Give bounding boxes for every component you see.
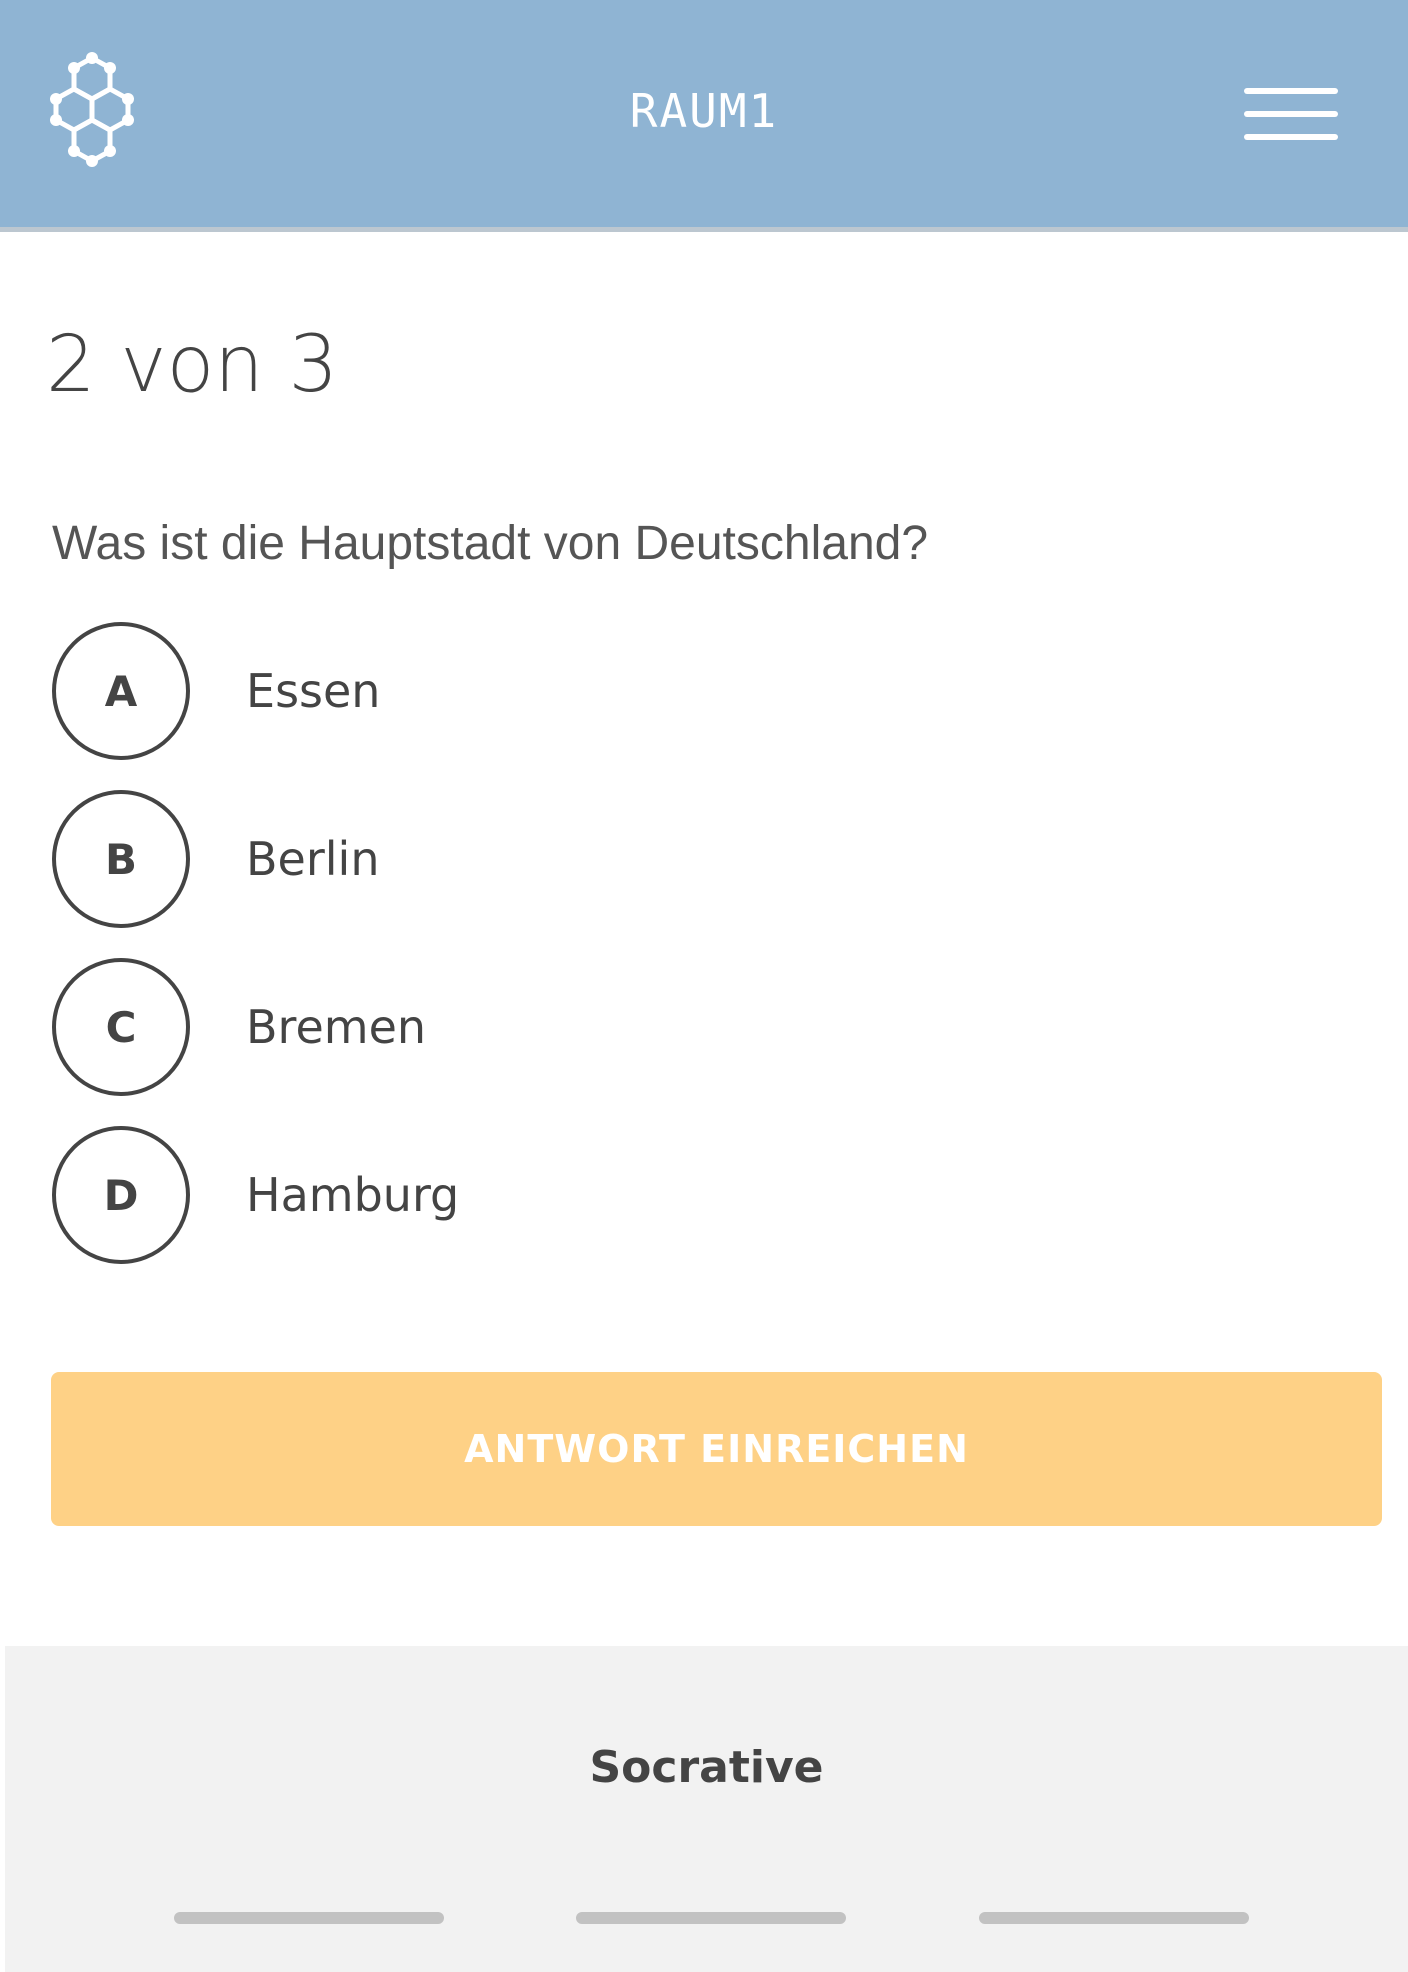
brand-name: Socrative (589, 1742, 824, 1793)
answer-option-c[interactable]: C Bremen (50, 956, 1050, 1096)
answer-option-b[interactable]: B Berlin (50, 788, 1050, 928)
answer-text[interactable]: Essen (246, 664, 380, 718)
footer-indicator-bar (576, 1912, 846, 1924)
hamburger-menu-icon[interactable] (1244, 88, 1338, 148)
app-header: RAUM1 (0, 0, 1408, 232)
answer-option-a[interactable]: A Essen (50, 620, 1050, 760)
menu-line (1244, 88, 1338, 94)
footer-indicator-bar (979, 1912, 1249, 1924)
room-title: RAUM1 (629, 84, 779, 138)
question-text: Was ist die Hauptstadt von Deutschland? (52, 517, 929, 570)
answer-letter-circle[interactable]: C (52, 958, 190, 1096)
question-progress: 2 von 3 (46, 320, 339, 410)
footer-indicator-bar (174, 1912, 444, 1924)
answer-text[interactable]: Bremen (246, 1000, 426, 1054)
answer-letter-circle[interactable]: D (52, 1126, 190, 1264)
answer-text[interactable]: Berlin (246, 832, 380, 886)
menu-line (1244, 111, 1338, 117)
answer-letter-circle[interactable]: A (52, 622, 190, 760)
submit-answer-button[interactable]: ANTWORT EINREICHEN (51, 1372, 1382, 1526)
answer-option-d[interactable]: D Hamburg (50, 1124, 1050, 1264)
menu-line (1244, 134, 1338, 140)
quiz-page: RAUM1 2 von 3 Was ist die Hauptstadt von… (0, 0, 1408, 1972)
footer: Socrative (5, 1646, 1408, 1972)
answer-letter-circle[interactable]: B (52, 790, 190, 928)
answer-text[interactable]: Hamburg (246, 1168, 459, 1222)
